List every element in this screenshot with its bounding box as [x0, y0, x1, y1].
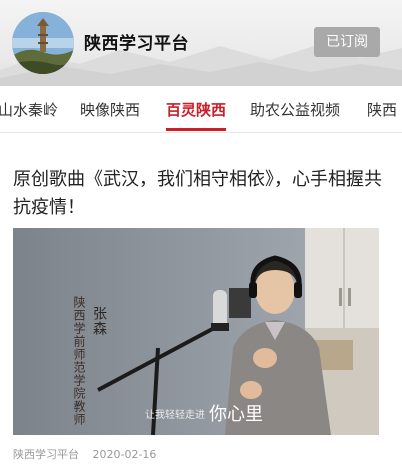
video-subtitle-small: 让我轻轻走进: [145, 410, 205, 421]
article-source[interactable]: 陕西学习平台: [13, 448, 79, 461]
tab-shaanxi[interactable]: 陕西: [367, 99, 397, 120]
video-player[interactable]: 陕西学前师范学院教师 张森 让我轻轻走进 你心里: [13, 228, 379, 435]
tab-zhunong-gongyi[interactable]: 助农公益视频: [250, 99, 340, 120]
article-title[interactable]: 原创歌曲《武汉，我们相守相依》，心手相握共抗疫情！: [13, 166, 389, 222]
channel-name[interactable]: 陕西学习平台: [84, 29, 189, 54]
category-tabs: 山水秦岭 映像陕西 百灵陕西 助农公益视频 陕西: [0, 86, 402, 133]
video-frame: [13, 228, 379, 435]
channel-header: 陕西学习平台 已订阅: [0, 0, 402, 86]
article-date: 2020-02-16: [92, 448, 157, 461]
tab-shanshui-qinling[interactable]: 山水秦岭: [0, 99, 58, 120]
avatar[interactable]: [12, 12, 74, 74]
video-caption-name: 张森: [91, 306, 107, 336]
subscribed-button[interactable]: 已订阅: [314, 27, 380, 57]
article-meta: 陕西学习平台 2020-02-16: [13, 446, 166, 462]
tab-yingxiang-shaanxi[interactable]: 映像陕西: [80, 99, 140, 120]
tab-bailing-shaanxi[interactable]: 百灵陕西: [166, 99, 226, 120]
video-subtitle-large: 你心里: [209, 404, 263, 425]
video-caption-institution: 陕西学前师范学院教师: [72, 296, 86, 426]
active-tab-indicator: [166, 128, 226, 131]
